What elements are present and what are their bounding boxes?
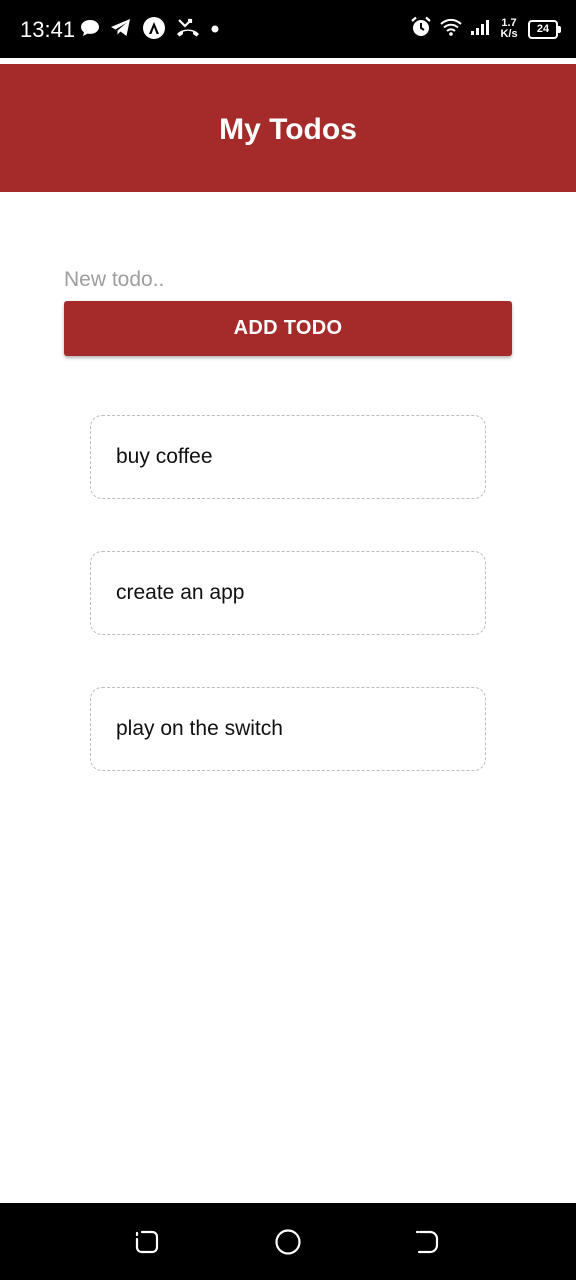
add-todo-button[interactable]: ADD TODO — [64, 301, 512, 356]
network-speed-unit: K/s — [500, 28, 518, 40]
battery-icon: 24 — [528, 19, 561, 39]
telegram-icon — [110, 18, 132, 43]
todo-item[interactable]: create an app — [90, 551, 486, 635]
todo-item[interactable]: play on the switch — [90, 687, 486, 771]
alarm-icon — [410, 16, 432, 43]
status-notification-icons — [80, 16, 220, 44]
home-icon[interactable] — [274, 1229, 301, 1255]
chat-bubble-icon — [80, 18, 100, 43]
missed-call-icon — [176, 17, 200, 44]
app-header: My Todos — [0, 64, 576, 192]
wifi-icon — [440, 18, 462, 41]
network-speed: 1.7 K/s — [498, 18, 520, 40]
new-todo-input[interactable] — [64, 262, 512, 298]
recents-icon[interactable] — [134, 1229, 160, 1255]
todo-item[interactable]: buy coffee — [90, 415, 486, 499]
system-nav-bar — [0, 1203, 576, 1280]
todo-list: buy coffee create an app play on the swi… — [90, 415, 486, 823]
status-bar: 13:41 1.7 K/s 24 — [0, 0, 576, 58]
signal-icon — [470, 18, 490, 41]
battery-level: 24 — [536, 22, 550, 35]
app-a-icon — [142, 16, 166, 45]
back-icon[interactable] — [414, 1229, 440, 1255]
page-title: My Todos — [219, 113, 357, 146]
dot-icon — [210, 21, 220, 39]
status-time: 13:41 — [20, 17, 76, 42]
status-system-icons: 1.7 K/s 24 — [410, 14, 561, 44]
